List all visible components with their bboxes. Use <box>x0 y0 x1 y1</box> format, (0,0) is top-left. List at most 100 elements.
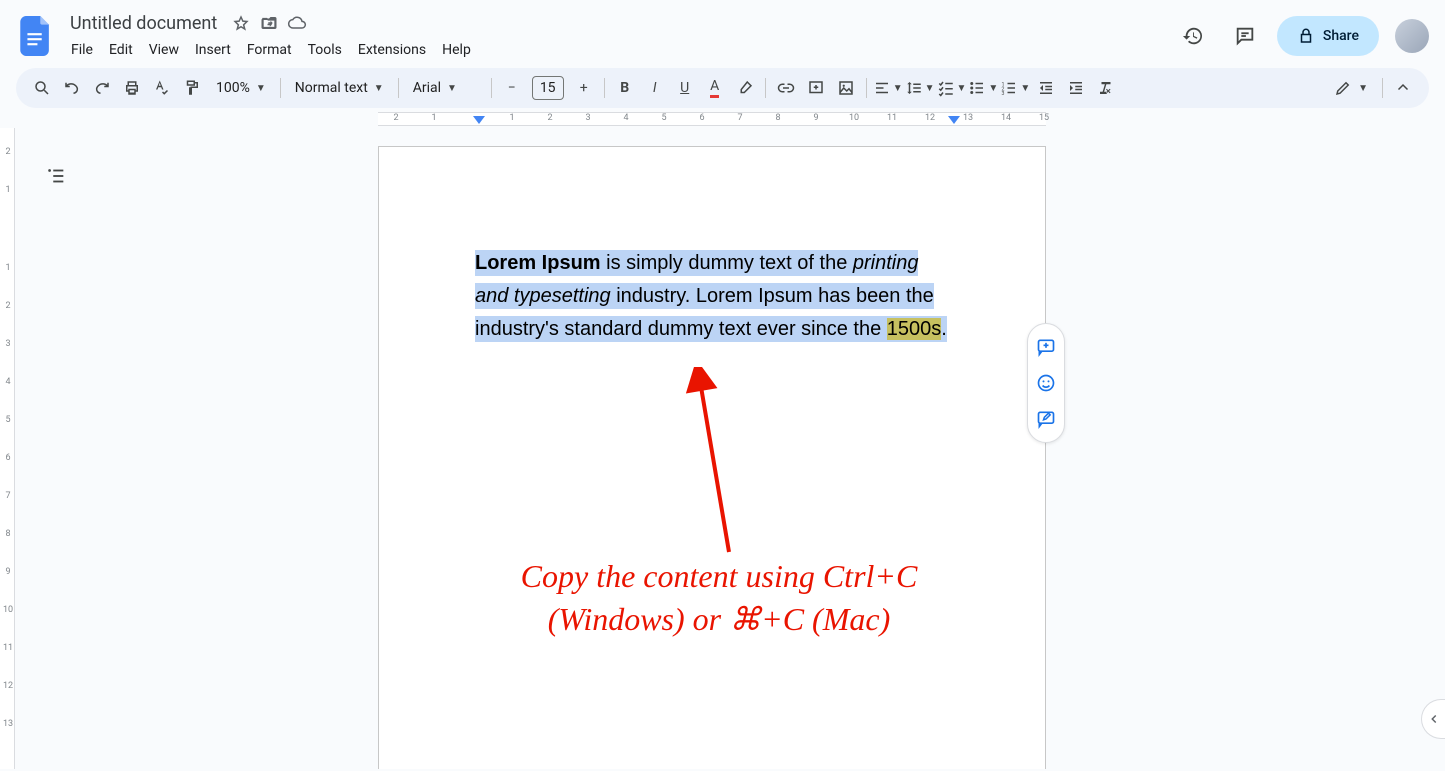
annotation-line: Copy the content using Ctrl+C <box>409 555 1029 598</box>
toolbar: 100%▼ Normal text▼ Arial ▼ − 15 + B I U A… <box>16 68 1429 108</box>
ruler-tick: 14 <box>1001 113 1011 123</box>
document-title[interactable]: Untitled document <box>64 11 223 36</box>
menu-extensions[interactable]: Extensions <box>351 38 433 62</box>
italic-icon[interactable]: I <box>641 74 669 102</box>
collapse-toolbar-icon[interactable] <box>1389 74 1417 102</box>
document-page[interactable]: Lorem Ipsum is simply dummy text of the … <box>378 146 1046 769</box>
font-select[interactable]: Arial ▼ <box>405 74 485 102</box>
ruler-tick: 4 <box>623 113 628 123</box>
menu-file[interactable]: File <box>64 38 100 62</box>
ruler-tick: 6 <box>699 113 704 123</box>
zoom-select[interactable]: 100%▼ <box>208 74 274 102</box>
side-panel-toggle-icon[interactable] <box>1421 699 1445 739</box>
spellcheck-icon[interactable] <box>148 74 176 102</box>
dropdown-icon: ▼ <box>256 83 266 94</box>
indent-marker-right-icon[interactable] <box>948 116 960 126</box>
ruler-tick: 1 <box>2 185 14 195</box>
font-value: Arial <box>413 80 441 96</box>
redo-icon[interactable] <box>88 74 116 102</box>
comments-icon[interactable] <box>1225 16 1265 56</box>
undo-icon[interactable] <box>58 74 86 102</box>
align-icon[interactable]: ▼ <box>873 74 903 102</box>
image-icon[interactable] <box>832 74 860 102</box>
add-comment-icon[interactable] <box>1029 330 1063 364</box>
font-size-input[interactable]: 15 <box>532 76 564 100</box>
increase-font-icon[interactable]: + <box>570 74 598 102</box>
add-comment-icon[interactable] <box>802 74 830 102</box>
cloud-status-icon[interactable] <box>287 13 307 33</box>
title-area: Untitled document File Edit View Insert … <box>64 10 478 62</box>
vertical-ruler[interactable]: 2 1 1 2 3 4 5 6 7 8 9 10 11 12 13 <box>0 128 15 769</box>
underline-icon[interactable]: U <box>671 74 699 102</box>
annotation-text: Copy the content using Ctrl+C (Windows) … <box>409 555 1029 641</box>
menu-edit[interactable]: Edit <box>102 38 140 62</box>
document-body-text[interactable]: Lorem Ipsum is simply dummy text of the … <box>475 247 951 346</box>
text-plain: is simply dummy text of the <box>601 252 853 274</box>
horizontal-ruler[interactable]: 2 1 1 2 3 4 5 6 7 8 9 10 11 12 13 14 15 <box>0 112 1445 128</box>
numbered-list-icon[interactable]: 123▼ <box>1000 74 1030 102</box>
ruler-tick: 2 <box>393 113 398 123</box>
ruler-tick: 9 <box>2 567 14 577</box>
editing-mode-select[interactable]: ▼ <box>1326 74 1376 102</box>
selection-toolbar <box>1027 323 1065 443</box>
ruler-tick: 12 <box>925 113 935 123</box>
ruler-tick: 6 <box>2 453 14 463</box>
dropdown-icon: ▼ <box>447 83 457 94</box>
outline-toggle-icon[interactable] <box>38 158 74 194</box>
ruler-tick: 10 <box>849 113 859 123</box>
bullet-list-icon[interactable]: ▼ <box>968 74 998 102</box>
increase-indent-icon[interactable] <box>1062 74 1090 102</box>
clear-formatting-icon[interactable] <box>1092 74 1120 102</box>
ruler-tick: 1 <box>431 113 436 123</box>
text-bold: Lorem Ipsum <box>475 252 601 274</box>
ruler-tick: 13 <box>963 113 973 123</box>
header: Untitled document File Edit View Insert … <box>0 0 1445 64</box>
document-canvas: 2 1 1 2 3 4 5 6 7 8 9 10 11 12 13 Lorem … <box>0 128 1445 769</box>
decrease-indent-icon[interactable] <box>1032 74 1060 102</box>
ruler-tick: 8 <box>2 529 14 539</box>
text-color-icon[interactable]: A <box>701 74 729 102</box>
ruler-tick: 10 <box>2 605 14 615</box>
paragraph-style-select[interactable]: Normal text▼ <box>287 74 392 102</box>
docs-logo-icon[interactable] <box>16 16 56 56</box>
pencil-icon <box>1334 79 1352 97</box>
svg-text:3: 3 <box>1002 91 1005 97</box>
indent-marker-left-icon[interactable] <box>473 116 485 126</box>
ruler-tick: 11 <box>887 113 897 123</box>
text-plain: . <box>941 318 947 340</box>
menu-format[interactable]: Format <box>240 38 299 62</box>
menu-help[interactable]: Help <box>435 38 478 62</box>
share-label: Share <box>1323 28 1359 44</box>
menu-view[interactable]: View <box>142 38 186 62</box>
ruler-tick: 2 <box>547 113 552 123</box>
search-icon[interactable] <box>28 74 56 102</box>
ruler-tick: 2 <box>2 147 14 157</box>
ruler-tick: 7 <box>2 491 14 501</box>
history-icon[interactable] <box>1173 16 1213 56</box>
star-icon[interactable] <box>231 13 251 33</box>
paint-format-icon[interactable] <box>178 74 206 102</box>
suggest-edit-icon[interactable] <box>1029 402 1063 436</box>
checklist-icon[interactable]: ▼ <box>937 74 967 102</box>
ruler-tick: 1 <box>509 113 514 123</box>
user-avatar[interactable] <box>1395 19 1429 53</box>
link-icon[interactable] <box>772 74 800 102</box>
share-button[interactable]: Share <box>1277 16 1379 56</box>
line-spacing-icon[interactable]: ▼ <box>905 74 935 102</box>
menu-tools[interactable]: Tools <box>301 38 349 62</box>
ruler-tick: 3 <box>585 113 590 123</box>
emoji-react-icon[interactable] <box>1029 366 1063 400</box>
highlight-icon[interactable] <box>731 74 759 102</box>
print-icon[interactable] <box>118 74 146 102</box>
move-icon[interactable] <box>259 13 279 33</box>
menu-insert[interactable]: Insert <box>188 38 238 62</box>
ruler-tick: 11 <box>2 643 14 653</box>
annotation-arrow-icon <box>679 367 739 557</box>
annotation-line: (Windows) or ⌘+C (Mac) <box>409 598 1029 641</box>
ruler-tick: 2 <box>2 301 14 311</box>
decrease-font-icon[interactable]: − <box>498 74 526 102</box>
ruler-tick: 1 <box>2 263 14 273</box>
bold-icon[interactable]: B <box>611 74 639 102</box>
menubar: File Edit View Insert Format Tools Exten… <box>64 38 478 62</box>
text-highlighted: 1500s <box>887 318 942 340</box>
